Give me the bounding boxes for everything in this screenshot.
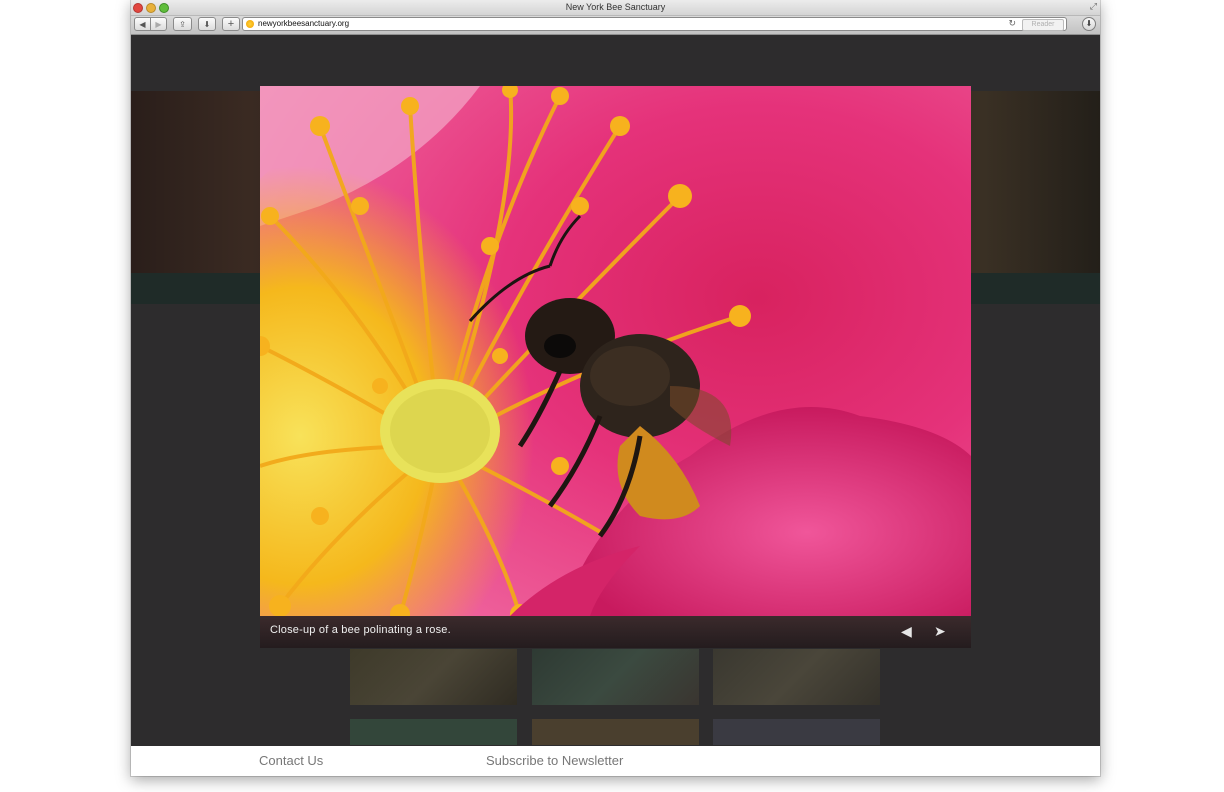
next-arrow-icon[interactable]: ➤ — [934, 623, 946, 640]
browser-window: New York Bee Sanctuary ⤢ ◀ ▶ ⇪ ⬇ + newyo… — [131, 0, 1100, 776]
gallery-thumbnail[interactable] — [350, 649, 517, 705]
photo-caption: Close-up of a bee polinating a rose. — [270, 624, 451, 636]
previous-arrow-icon[interactable]: ◀ — [901, 623, 912, 640]
lightbox: Close-up of a bee polinating a rose. ◀ ➤ — [260, 86, 971, 648]
subscribe-newsletter-link[interactable]: Subscribe to Newsletter — [486, 753, 623, 768]
downloads-button[interactable]: ⬇ — [1082, 17, 1096, 31]
page-content: Close-up of a bee polinating a rose. ◀ ➤… — [131, 35, 1100, 776]
caption-bar: Close-up of a bee polinating a rose. ◀ ➤ — [260, 616, 971, 648]
gallery-thumbnail[interactable] — [532, 719, 699, 745]
url-text[interactable]: newyorkbeesanctuary.org — [258, 19, 349, 28]
back-button[interactable]: ◀ — [134, 17, 151, 31]
gallery-thumbnail[interactable] — [350, 719, 517, 745]
downloads-icon-button[interactable]: ⬇ — [198, 17, 216, 31]
footer: Contact Us Subscribe to Newsletter — [131, 746, 1100, 776]
site-favicon-icon — [246, 20, 254, 28]
gallery-thumbnail[interactable] — [713, 649, 880, 705]
gallery-thumbnail[interactable] — [713, 719, 880, 745]
title-bar: New York Bee Sanctuary ⤢ — [131, 0, 1100, 16]
gallery-thumbnail[interactable] — [532, 649, 699, 705]
address-bar[interactable]: newyorkbeesanctuary.org ↻ Reader — [242, 17, 1067, 31]
reload-icon[interactable]: ↻ — [1008, 18, 1016, 29]
forward-button[interactable]: ▶ — [150, 17, 167, 31]
reader-button[interactable]: Reader — [1022, 19, 1064, 31]
new-tab-button[interactable]: + — [222, 17, 240, 31]
contact-us-link[interactable]: Contact Us — [259, 753, 323, 768]
share-button[interactable]: ⇪ — [173, 17, 192, 31]
fullscreen-resize-icon[interactable]: ⤢ — [1090, 1, 1097, 12]
window-title: New York Bee Sanctuary — [565, 2, 666, 12]
bee-on-rose-photo — [260, 86, 971, 616]
browser-toolbar: ◀ ▶ ⇪ ⬇ + newyorkbeesanctuary.org ↻ Read… — [131, 16, 1100, 35]
